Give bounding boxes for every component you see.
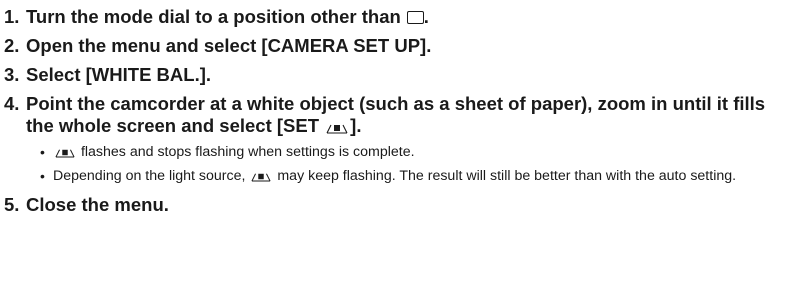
step-text: Close the menu. — [26, 194, 169, 215]
step-3: 3. Select [WHITE BAL.]. — [4, 64, 786, 86]
step-number: 5. — [4, 194, 20, 215]
custom-white-balance-icon — [326, 124, 348, 134]
step-5: 5. Close the menu. — [4, 194, 786, 216]
step-text: Open the menu and select [CAMERA SET UP]… — [26, 35, 432, 56]
note-item: Depending on the light source, may keep … — [40, 164, 773, 188]
step-number: 4. — [4, 93, 20, 114]
step-text: Turn the mode dial to a position other t… — [26, 6, 429, 27]
step-1: 1. Turn the mode dial to a position othe… — [4, 6, 786, 28]
step-number: 1. — [4, 6, 20, 27]
step-4: 4. Point the camcorder at a white object… — [4, 93, 786, 137]
custom-white-balance-icon — [55, 149, 75, 158]
auto-mode-rectangle-icon — [406, 11, 424, 24]
note-item: flashes and stops flashing when settings… — [40, 140, 773, 164]
step-4-notes: flashes and stops flashing when settings… — [4, 140, 786, 188]
step-text: Select [WHITE BAL.]. — [26, 64, 212, 85]
custom-white-balance-icon — [251, 173, 271, 182]
step-number: 2. — [4, 35, 20, 56]
instruction-document: 1. Turn the mode dial to a position othe… — [0, 0, 786, 296]
step-2: 2. Open the menu and select [CAMERA SET … — [4, 35, 786, 57]
step-number: 3. — [4, 64, 20, 85]
step-text: Point the camcorder at a white object (s… — [26, 93, 766, 136]
